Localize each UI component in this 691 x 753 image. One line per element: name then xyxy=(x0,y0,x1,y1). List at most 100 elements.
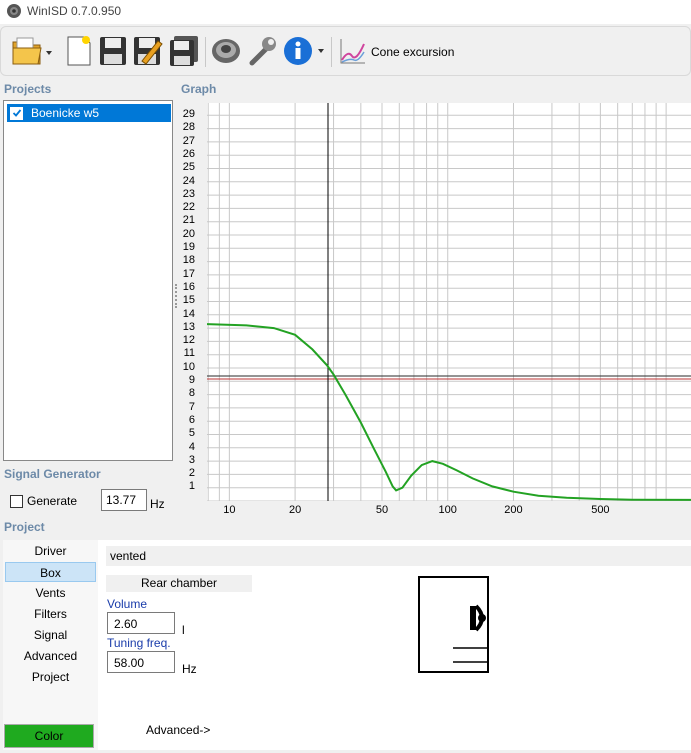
save-button[interactable] xyxy=(97,33,129,69)
floppy-disk-icon xyxy=(100,37,126,65)
y-tick-label: 6 xyxy=(188,413,195,426)
tuning-freq-label: Tuning freq. xyxy=(107,636,171,650)
new-document-icon xyxy=(67,36,91,66)
y-tick-label: 19 xyxy=(182,241,195,253)
nav-item-advanced[interactable]: Advanced xyxy=(5,646,96,666)
box-type-select[interactable]: vented xyxy=(106,546,691,566)
generate-checkbox-row[interactable]: Generate xyxy=(10,494,77,508)
y-tick-label: 13 xyxy=(182,320,195,333)
window-title: WinISD 0.7.0.950 xyxy=(27,4,122,18)
signal-generator-header: Signal Generator xyxy=(4,467,101,481)
volume-input[interactable]: 2.60 xyxy=(107,612,175,634)
project-name: Boenicke w5 xyxy=(31,106,100,120)
panel-splitter[interactable] xyxy=(175,284,177,308)
nav-item-signal[interactable]: Signal xyxy=(5,625,96,645)
y-tick-label: 4 xyxy=(188,440,195,453)
y-tick-label: 29 xyxy=(182,108,195,120)
info-icon xyxy=(284,37,324,65)
y-tick-label: 24 xyxy=(182,174,195,187)
y-tick-label: 3 xyxy=(188,453,195,466)
advanced-button[interactable]: Advanced-> xyxy=(146,723,210,737)
nav-item-box[interactable]: Box xyxy=(5,562,96,582)
graph-grid xyxy=(207,101,691,502)
y-tick-label: 15 xyxy=(182,294,195,307)
nav-item-project[interactable]: Project xyxy=(5,667,96,687)
graph-header: Graph xyxy=(181,82,217,96)
toolbar-separator xyxy=(331,37,332,67)
tuning-freq-input[interactable]: 58.00 xyxy=(107,651,175,673)
x-tick-label: 20 xyxy=(288,504,302,516)
new-project-button[interactable] xyxy=(63,33,95,69)
wrench-icon xyxy=(249,37,276,66)
generate-label: Generate xyxy=(27,494,78,508)
save-as-button[interactable] xyxy=(131,33,165,69)
projects-header: Projects xyxy=(4,82,52,96)
color-button[interactable]: Color xyxy=(4,724,94,748)
floppy-disks-icon xyxy=(170,36,198,66)
y-tick-label: 28 xyxy=(182,121,195,134)
y-tick-label: 25 xyxy=(182,161,195,174)
nav-item-driver[interactable]: Driver xyxy=(5,541,96,561)
y-tick-label: 8 xyxy=(188,387,195,400)
y-tick-label: 5 xyxy=(188,427,195,440)
toolbar-separator xyxy=(205,37,206,67)
graph-plot xyxy=(206,101,691,502)
driver-editor-button[interactable] xyxy=(209,33,243,69)
x-tick-label: 100 xyxy=(438,504,457,516)
y-tick-label: 26 xyxy=(182,147,195,160)
y-tick-label: 2 xyxy=(188,467,195,480)
nav-item-filters[interactable]: Filters xyxy=(5,604,96,624)
y-tick-label: 1 xyxy=(188,480,195,493)
y-tick-label: 9 xyxy=(188,374,195,386)
x-axis: 10 20 50 100 200 500 xyxy=(207,501,691,521)
y-tick-label: 11 xyxy=(183,347,195,360)
y-tick-label: 16 xyxy=(182,280,195,293)
y-axis: 29 28 27 26 25 24 23 22 21 20 19 18 17 16 15 14 13 12 11 10… xyxy=(178,103,207,501)
y-tick-label: 10 xyxy=(182,360,195,373)
checkmark-icon xyxy=(12,109,21,117)
graph-chart-icon xyxy=(340,39,365,64)
frequency-unit: Hz xyxy=(150,497,165,511)
x-tick-label: 200 xyxy=(504,504,523,516)
rear-chamber-header: Rear chamber xyxy=(106,575,252,592)
nav-item-vents[interactable]: Vents xyxy=(5,583,96,603)
y-tick-label: 12 xyxy=(182,334,195,347)
volume-label: Volume xyxy=(107,597,148,611)
info-button[interactable] xyxy=(281,33,327,69)
y-tick-label: 23 xyxy=(182,187,195,200)
projects-list[interactable]: Boenicke w5 xyxy=(3,100,173,461)
cone-excursion-graph-button[interactable] xyxy=(337,33,369,69)
y-tick-label: 7 xyxy=(188,400,195,413)
tuning-freq-unit: Hz xyxy=(182,662,197,676)
box-settings-panel xyxy=(98,540,691,750)
save-all-button[interactable] xyxy=(167,33,201,69)
toolbar: Cone excursion xyxy=(0,26,691,76)
open-project-button[interactable] xyxy=(9,33,55,69)
open-folder-icon xyxy=(12,37,52,65)
excursion-curve xyxy=(206,323,691,501)
title-bar: WinISD 0.7.0.950 xyxy=(0,0,691,24)
generate-checkbox[interactable] xyxy=(10,494,23,508)
app-speaker-icon xyxy=(7,4,21,18)
y-tick-label: 17 xyxy=(182,267,195,280)
y-tick-label: 18 xyxy=(182,254,195,267)
enclosure-diagram xyxy=(418,576,489,673)
list-item[interactable]: Boenicke w5 xyxy=(7,104,171,122)
x-tick-label: 10 xyxy=(223,504,236,516)
graph-type-label[interactable]: Cone excursion xyxy=(371,45,454,59)
y-tick-label: 27 xyxy=(182,134,195,147)
tools-button[interactable] xyxy=(245,33,279,69)
y-tick-label: 21 xyxy=(182,214,195,227)
cone-excursion-graph[interactable] xyxy=(206,101,691,502)
x-tick-label: 50 xyxy=(375,504,389,516)
x-tick-label: 500 xyxy=(591,504,610,516)
y-tick-label: 14 xyxy=(182,307,195,320)
project-checkbox[interactable] xyxy=(10,106,23,120)
signal-frequency-input[interactable]: 13.77 xyxy=(101,489,147,511)
y-tick-label: 20 xyxy=(182,227,195,240)
volume-unit: l xyxy=(182,623,185,637)
floppy-pencil-icon xyxy=(134,37,163,65)
y-tick-label: 22 xyxy=(182,201,195,214)
speaker-driver-icon xyxy=(212,39,240,63)
project-nav: Driver Box Vents Filters Signal Advanced Proje… xyxy=(3,540,98,750)
